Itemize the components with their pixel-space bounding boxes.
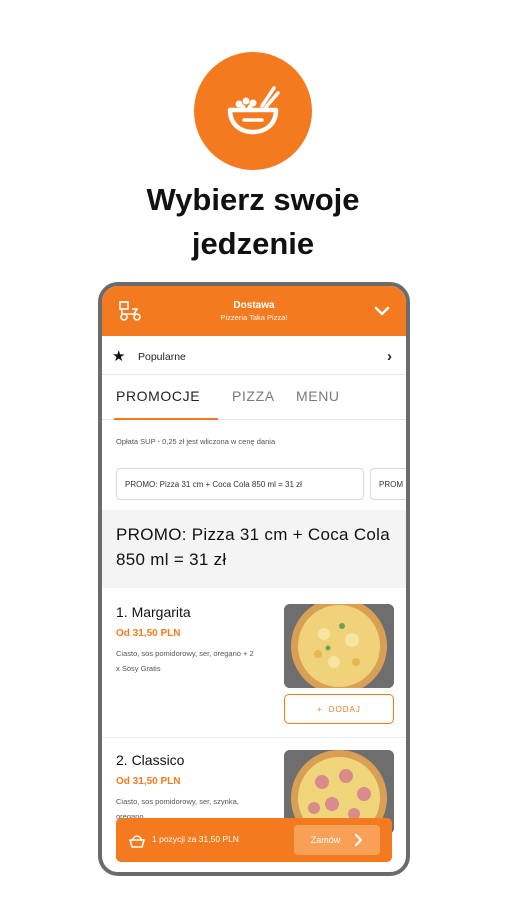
basket-icon	[129, 835, 145, 848]
category-tabs: PROMOCJE PIZZA MENU	[102, 382, 406, 420]
tab-menu[interactable]: MENU	[296, 388, 340, 404]
chevron-right-icon: ›	[387, 348, 392, 365]
promo-chip[interactable]: PROMO: Pizza 31 cm + Coca Cola 850 ml = …	[116, 468, 364, 500]
add-button-label: DODAJ	[328, 704, 361, 714]
tab-pizza[interactable]: PIZZA	[232, 388, 275, 404]
app-screen: Dostawa Pizzeria Taka Pizza! ★ Popularne…	[102, 286, 406, 872]
delivery-header[interactable]: Dostawa Pizzeria Taka Pizza!	[102, 286, 406, 336]
headline: Wybierz swoje jedzenie	[0, 178, 506, 266]
section-title: PROMO: Pizza 31 cm + Coca Cola 850 ml = …	[102, 510, 406, 588]
restaurant-name: Pizzeria Taka Pizza!	[220, 313, 288, 322]
headline-line-1: Wybierz swoje	[146, 182, 360, 217]
item-name: 2. Classico	[116, 752, 185, 768]
rice-bowl-icon	[227, 86, 280, 135]
tab-promocje[interactable]: PROMOCJE	[116, 388, 200, 404]
pizza-photo	[284, 604, 394, 688]
promo-chip-next[interactable]: PROM	[370, 468, 406, 500]
item-price: Od 31,50 PLN	[116, 628, 181, 639]
delivery-scooter-icon	[119, 301, 141, 321]
menu-item-margarita[interactable]: 1. Margarita Od 31,50 PLN Ciasto, sos po…	[102, 588, 406, 738]
order-button-label: Zamów	[310, 835, 341, 845]
add-button[interactable]: + DODAJ	[284, 694, 394, 724]
popular-row[interactable]: ★ Popularne ›	[102, 339, 406, 375]
popular-label: Popularne	[138, 351, 186, 363]
delivery-titles: Dostawa Pizzeria Taka Pizza!	[221, 299, 288, 323]
item-name: 1. Margarita	[116, 604, 191, 620]
order-button[interactable]: Zamów	[294, 825, 380, 855]
margarita-pizza-image	[284, 604, 394, 688]
item-price: Od 31,50 PLN	[116, 776, 181, 787]
cart-bar[interactable]: 1 pozycji za 31,50 PLN Zamów	[116, 818, 392, 862]
star-icon: ★	[112, 348, 126, 365]
plus-icon: +	[317, 704, 323, 714]
sup-fee-note: Opłata SUP - 0,25 zł jest wliczona w cen…	[116, 437, 276, 446]
food-bowl-badge	[194, 52, 312, 170]
active-tab-indicator	[114, 418, 218, 420]
chevron-right-icon	[355, 834, 363, 846]
chevron-down-icon[interactable]	[374, 303, 390, 319]
phone-mockup: Dostawa Pizzeria Taka Pizza! ★ Popularne…	[98, 282, 410, 876]
item-description: Ciasto, sos pomidorowy, ser, oregano + 2…	[116, 649, 254, 673]
delivery-title: Dostawa	[233, 300, 275, 311]
headline-line-2: jedzenie	[191, 226, 315, 261]
cart-summary: 1 pozycji za 31,50 PLN	[152, 834, 239, 844]
